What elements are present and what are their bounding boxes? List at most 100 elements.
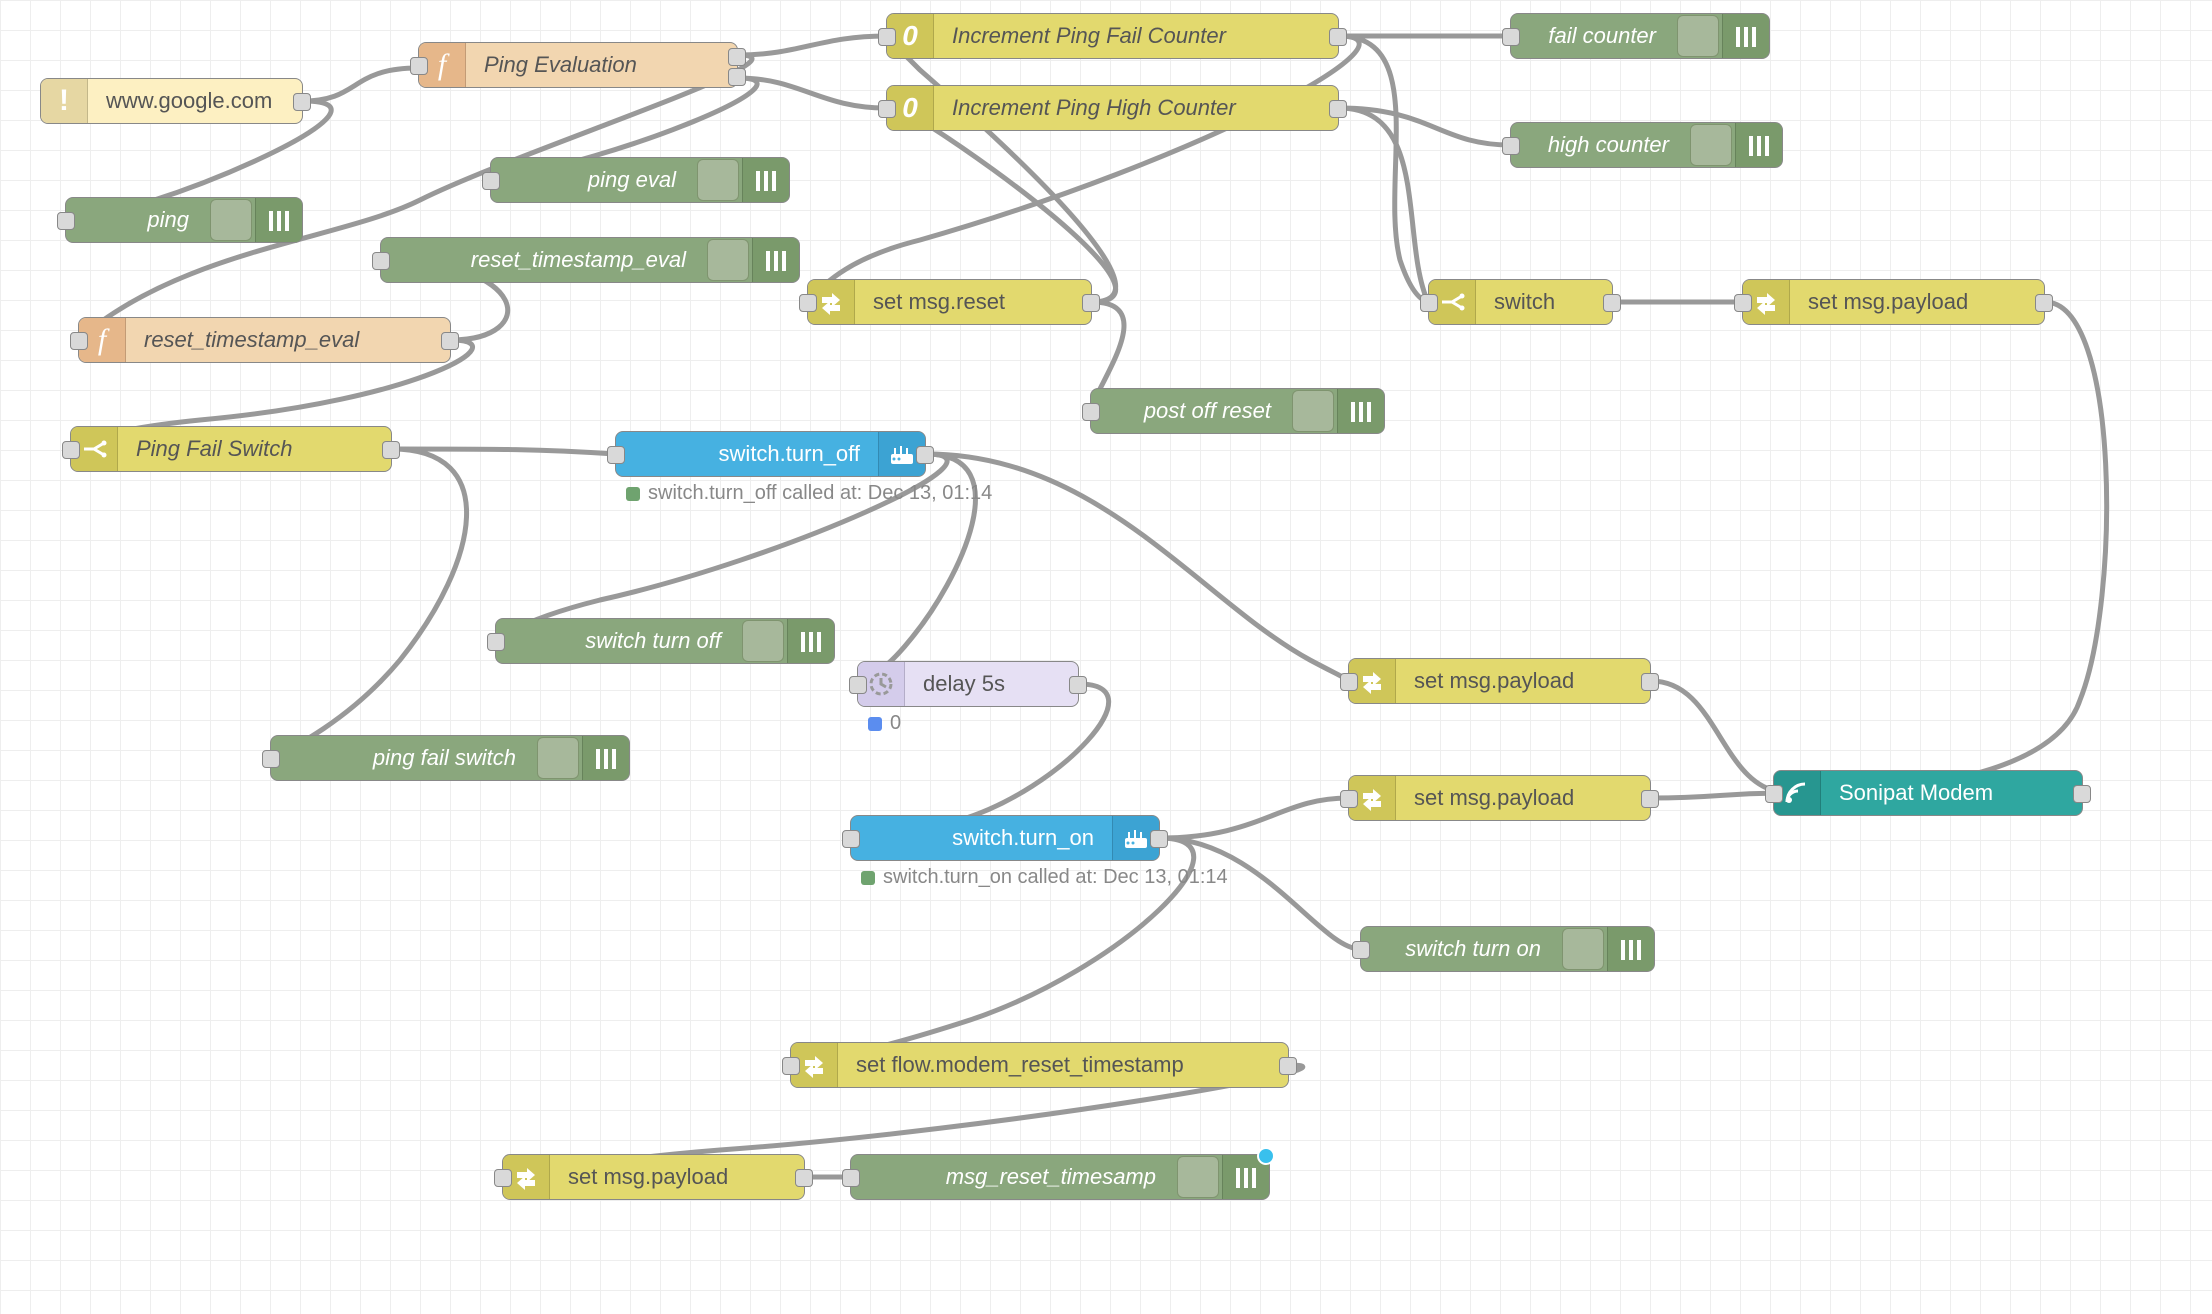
node-label: ping eval <box>491 167 694 193</box>
node-status: switch.turn_off called at: Dec 13, 01:14 <box>626 482 992 505</box>
port-in[interactable] <box>849 676 867 694</box>
node-label: post off reset <box>1091 398 1289 424</box>
node-switch-on-debug[interactable]: switch turn on <box>1360 926 1655 972</box>
node-label: Increment Ping Fail Counter <box>934 23 1338 49</box>
node-label: high counter <box>1511 132 1687 158</box>
port-in[interactable] <box>878 100 896 118</box>
exclamation-icon: ! <box>41 79 88 123</box>
node-increment-fail-counter[interactable]: 0 Increment Ping Fail Counter <box>886 13 1339 59</box>
port-in[interactable] <box>494 1169 512 1187</box>
debug-toggle-button[interactable] <box>1690 124 1732 166</box>
port-in[interactable] <box>878 28 896 46</box>
port-in[interactable] <box>482 172 500 190</box>
port-in[interactable] <box>487 633 505 651</box>
port-in[interactable] <box>372 252 390 270</box>
port-in[interactable] <box>62 441 80 459</box>
port-in[interactable] <box>1340 673 1358 691</box>
node-set-flow-reset-ts[interactable]: set flow.modem_reset_timestamp <box>790 1042 1289 1088</box>
port-out[interactable] <box>382 441 400 459</box>
port-in[interactable] <box>1502 137 1520 155</box>
port-out[interactable] <box>2035 294 2053 312</box>
port-in[interactable] <box>57 212 75 230</box>
port-out[interactable] <box>795 1169 813 1187</box>
port-in[interactable] <box>1340 790 1358 808</box>
port-out[interactable] <box>1329 100 1347 118</box>
node-post-off-reset-debug[interactable]: post off reset <box>1090 388 1385 434</box>
debug-toggle-button[interactable] <box>1562 928 1604 970</box>
node-switch-turn-on[interactable]: switch.turn_on switch.turn_on called at:… <box>850 815 1160 861</box>
port-in[interactable] <box>607 446 625 464</box>
port-out[interactable] <box>2073 785 2091 803</box>
debug-toggle-button[interactable] <box>742 620 784 662</box>
node-switch-off-debug[interactable]: switch turn off <box>495 618 835 664</box>
port-out[interactable] <box>441 332 459 350</box>
port-in[interactable] <box>1352 941 1370 959</box>
node-set-payload-3[interactable]: set msg.payload <box>1348 775 1651 821</box>
port-in[interactable] <box>262 750 280 768</box>
port-out[interactable] <box>916 446 934 464</box>
node-ping-eval-debug[interactable]: ping eval <box>490 157 790 203</box>
debug-toggle-button[interactable] <box>1177 1156 1219 1198</box>
debug-toggle-button[interactable] <box>1677 15 1719 57</box>
debug-toggle-button[interactable] <box>707 239 749 281</box>
port-in[interactable] <box>1734 294 1752 312</box>
port-in[interactable] <box>410 57 428 75</box>
status-dot <box>626 487 640 501</box>
node-reset-ts-fn[interactable]: f reset_timestamp_eval <box>78 317 451 363</box>
node-increment-high-counter[interactable]: 0 Increment Ping High Counter <box>886 85 1339 131</box>
port-in[interactable] <box>842 1169 860 1187</box>
port-in[interactable] <box>1502 28 1520 46</box>
node-fail-counter-debug[interactable]: fail counter <box>1510 13 1770 59</box>
node-ping-debug[interactable]: ping <box>65 197 303 243</box>
node-label: ping fail switch <box>271 745 534 771</box>
node-label: reset_timestamp_eval <box>381 247 704 273</box>
node-ping-fail-debug[interactable]: ping fail switch <box>270 735 630 781</box>
port-out-2[interactable] <box>728 68 746 86</box>
node-set-payload-1[interactable]: set msg.payload <box>1742 279 2045 325</box>
node-set-payload-2[interactable]: set msg.payload <box>1348 658 1651 704</box>
node-ping-evaluation-fn[interactable]: f Ping Evaluation <box>418 42 738 88</box>
node-label: set msg.payload <box>1396 785 1650 811</box>
port-out[interactable] <box>1082 294 1100 312</box>
node-delay-5s[interactable]: delay 5s 0 <box>857 661 1079 707</box>
node-label: msg_reset_timesamp <box>851 1164 1174 1190</box>
port-out[interactable] <box>1150 830 1168 848</box>
debug-icon <box>752 238 799 282</box>
port-out[interactable] <box>1069 676 1087 694</box>
port-out[interactable] <box>1641 673 1659 691</box>
port-in[interactable] <box>842 830 860 848</box>
port-out[interactable] <box>1279 1057 1297 1075</box>
node-label: Ping Fail Switch <box>118 436 391 462</box>
debug-toggle-button[interactable] <box>537 737 579 779</box>
port-out[interactable] <box>1603 294 1621 312</box>
debug-toggle-button[interactable] <box>210 199 252 241</box>
node-sonipat-modem[interactable]: Sonipat Modem <box>1773 770 2083 816</box>
node-ping-fail-switch[interactable]: Ping Fail Switch <box>70 426 392 472</box>
port-out-1[interactable] <box>728 48 746 66</box>
port-in[interactable] <box>70 332 88 350</box>
port-in[interactable] <box>1765 785 1783 803</box>
port-out[interactable] <box>1329 28 1347 46</box>
node-high-counter-debug[interactable]: high counter <box>1510 122 1783 168</box>
port-in[interactable] <box>799 294 817 312</box>
node-switch-turn-off[interactable]: switch.turn_off switch.turn_off called a… <box>615 431 926 477</box>
node-reset-ts-debug[interactable]: reset_timestamp_eval <box>380 237 800 283</box>
port-in[interactable] <box>782 1057 800 1075</box>
debug-toggle-button[interactable] <box>1292 390 1334 432</box>
flow-canvas[interactable]: ! www.google.com f Ping Evaluation 0 Inc… <box>0 0 2212 1314</box>
node-msg-reset-ts-debug[interactable]: msg_reset_timesamp <box>850 1154 1270 1200</box>
node-ping-trigger[interactable]: ! www.google.com <box>40 78 303 124</box>
node-label: Ping Evaluation <box>466 52 737 78</box>
node-switch-generic[interactable]: switch <box>1428 279 1613 325</box>
port-out[interactable] <box>1641 790 1659 808</box>
debug-toggle-button[interactable] <box>697 159 739 201</box>
port-in[interactable] <box>1082 403 1100 421</box>
node-label: ping <box>66 207 207 233</box>
node-label: set msg.reset <box>855 289 1091 315</box>
node-set-payload-4[interactable]: set msg.payload <box>502 1154 805 1200</box>
node-set-msg-reset[interactable]: set msg.reset <box>807 279 1092 325</box>
port-in[interactable] <box>1420 294 1438 312</box>
node-label: fail counter <box>1511 23 1674 49</box>
port-out[interactable] <box>293 93 311 111</box>
debug-icon <box>787 619 834 663</box>
